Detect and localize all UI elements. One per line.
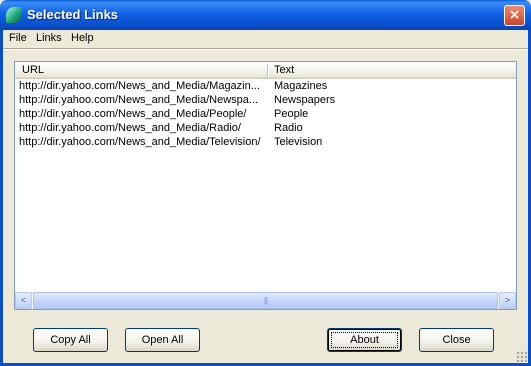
chevron-right-icon: > — [504, 295, 511, 305]
window-title: Selected Links — [27, 7, 119, 22]
links-list[interactable]: URL Text http://dir.yahoo.com/News_and_M… — [14, 61, 517, 310]
focus-rectangle — [331, 332, 398, 348]
row-text: People — [274, 108, 309, 120]
column-header-url[interactable]: URL — [22, 64, 44, 76]
menu-bar: File Links Help — [3, 30, 528, 48]
row-url: http://dir.yahoo.com/News_and_Media/Peop… — [19, 108, 247, 120]
row-url: http://dir.yahoo.com/News_and_Media/Radi… — [19, 122, 241, 134]
app-icon — [6, 7, 22, 23]
title-bar[interactable]: Selected Links × — [0, 0, 531, 30]
column-header-text[interactable]: Text — [274, 64, 294, 76]
chevron-left-icon: < — [20, 295, 27, 305]
table-row[interactable]: http://dir.yahoo.com/News_and_Media/Radi… — [15, 122, 516, 136]
table-row[interactable]: http://dir.yahoo.com/News_and_Media/Tele… — [15, 136, 516, 150]
menu-file[interactable]: File — [9, 32, 27, 44]
row-text: Radio — [274, 122, 303, 134]
row-url: http://dir.yahoo.com/News_and_Media/Tele… — [19, 136, 261, 148]
list-header: URL Text — [15, 62, 516, 79]
row-text: Newspapers — [274, 94, 336, 106]
close-button[interactable]: Close — [419, 328, 494, 352]
table-row[interactable]: http://dir.yahoo.com/News_and_Media/Peop… — [15, 108, 516, 122]
list-rows: http://dir.yahoo.com/News_and_Media/Maga… — [15, 80, 516, 150]
scroll-right-button[interactable]: > — [499, 292, 516, 309]
menu-help[interactable]: Help — [71, 32, 94, 44]
close-icon: × — [508, 7, 521, 23]
close-window-button[interactable]: × — [504, 5, 525, 26]
row-text: Magazines — [274, 80, 328, 92]
scrollbar-thumb[interactable]: ||| — [33, 292, 498, 309]
horizontal-scrollbar[interactable]: < ||| > — [15, 292, 516, 309]
menu-separator — [3, 48, 528, 50]
resize-grip-icon[interactable] — [516, 351, 527, 362]
grip-icon: ||| — [263, 296, 268, 305]
menu-links[interactable]: Links — [36, 32, 62, 44]
open-all-button[interactable]: Open All — [125, 328, 200, 352]
row-url: http://dir.yahoo.com/News_and_Media/News… — [19, 94, 259, 106]
table-row[interactable]: http://dir.yahoo.com/News_and_Media/Maga… — [15, 80, 516, 94]
row-url: http://dir.yahoo.com/News_and_Media/Maga… — [19, 80, 260, 92]
row-text: Television — [274, 136, 323, 148]
copy-all-button[interactable]: Copy All — [33, 328, 108, 352]
scroll-left-button[interactable]: < — [15, 292, 32, 309]
table-row[interactable]: http://dir.yahoo.com/News_and_Media/News… — [15, 94, 516, 108]
window-frame-left — [0, 30, 3, 366]
column-divider-highlight — [268, 64, 269, 77]
about-button[interactable]: About — [327, 328, 402, 352]
